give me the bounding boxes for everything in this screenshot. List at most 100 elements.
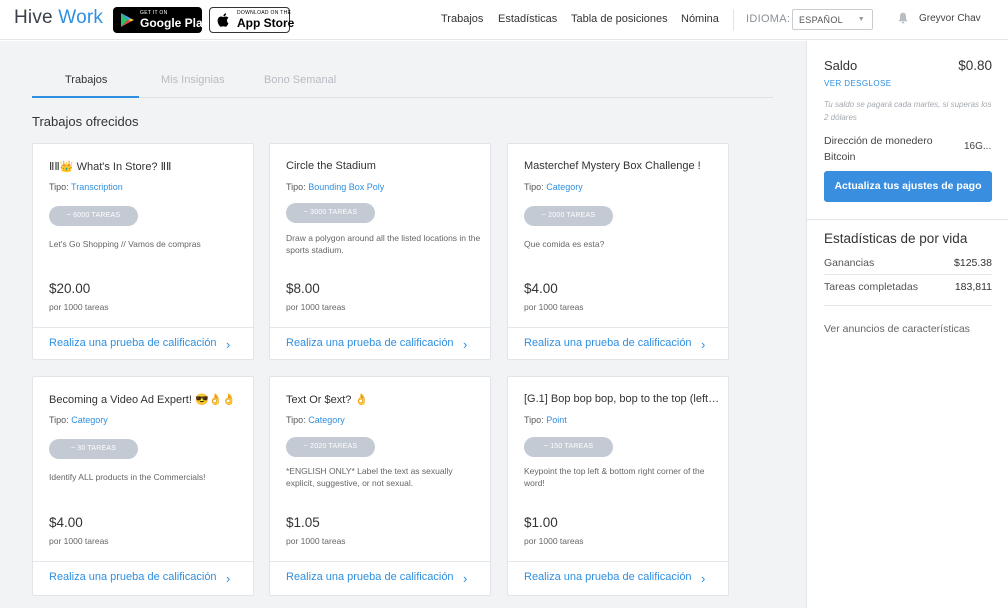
job-type: Tipo: Transcription: [49, 182, 123, 192]
apple-icon: [217, 13, 229, 27]
job-card: [G.1] Bop bop bop, bop to the top (left …: [507, 376, 729, 596]
card-divider: [33, 327, 253, 328]
job-title: Masterchef Mystery Box Challenge !: [524, 160, 701, 172]
tab-bono-semanal[interactable]: Bono Semanal: [264, 74, 336, 86]
stats-row-divider: [824, 274, 992, 275]
job-type-label: Tipo:: [524, 182, 544, 192]
wallet-label: Dirección de monedero Bitcoin: [824, 135, 933, 163]
chevron-down-icon: ▼: [857, 16, 865, 23]
lifetime-stats-title: Estadísticas de por vida: [824, 231, 968, 246]
payout-note: Tu saldo se pagará cada martes, si super…: [824, 100, 992, 122]
job-card: Masterchef Mystery Box Challenge ! Tipo:…: [507, 143, 729, 360]
chevron-right-icon[interactable]: ›: [463, 337, 467, 352]
job-price-unit: por 1000 tareas: [49, 302, 109, 312]
tasks-completed-label: Tareas completadas: [824, 281, 918, 293]
job-title: [G.1] Bop bop bop, bop to the top (left …: [524, 393, 720, 405]
user-name[interactable]: Greyvor Chav: [919, 13, 981, 24]
section-title: Trabajos ofrecidos: [32, 114, 139, 129]
chevron-right-icon[interactable]: ›: [226, 571, 230, 586]
qualification-test-link[interactable]: Realiza una prueba de calificación: [524, 571, 692, 583]
stats-row-divider: [824, 305, 992, 306]
sidebar-divider: [807, 219, 1008, 220]
job-type-value: Category: [546, 182, 583, 192]
job-type: Tipo: Category: [524, 182, 583, 192]
job-price-unit: por 1000 tareas: [286, 536, 346, 546]
job-price: $4.00: [524, 281, 558, 296]
app-store-big-text: App Store: [237, 16, 295, 30]
logo-main: Hive: [14, 7, 53, 28]
job-type: Tipo: Point: [524, 415, 567, 425]
job-price: $8.00: [286, 281, 320, 296]
job-price-unit: por 1000 tareas: [49, 536, 109, 546]
google-play-icon: [121, 13, 134, 27]
qualification-test-link[interactable]: Realiza una prueba de calificación: [49, 337, 217, 349]
tab-mis-insignias[interactable]: Mis Insignias: [161, 74, 225, 86]
nav-tabla-posiciones[interactable]: Tabla de posiciones: [571, 13, 668, 25]
chevron-right-icon[interactable]: ›: [226, 337, 230, 352]
qualification-test-link[interactable]: Realiza una prueba de calificación: [524, 337, 692, 349]
job-title: Text Or $ext? 👌: [286, 394, 369, 406]
balance-value: $0.80: [958, 58, 992, 73]
job-card: ⅡⅡ👑 What's In Store? ⅡⅡ Tipo: Transcript…: [32, 143, 254, 360]
tab-trabajos[interactable]: Trabajos: [65, 74, 107, 86]
job-type-value: Bounding Box Poly: [308, 182, 385, 192]
job-description: Let's Go Shopping // Vamos de compras: [49, 239, 201, 249]
job-title: ⅡⅡ👑 What's In Store? ⅡⅡ: [49, 161, 172, 173]
card-divider: [508, 327, 728, 328]
qualification-test-link[interactable]: Realiza una prueba de calificación: [286, 337, 454, 349]
job-price: $1.00: [524, 515, 558, 530]
job-price: $20.00: [49, 281, 91, 296]
feature-announcements-link[interactable]: Ver anuncios de características: [824, 323, 970, 335]
nav-trabajos[interactable]: Trabajos: [441, 13, 483, 25]
job-type-label: Tipo:: [524, 415, 544, 425]
earnings-value: $125.38: [954, 257, 992, 269]
google-play-badge[interactable]: GET IT ON Google Play: [113, 7, 209, 33]
job-type-label: Tipo:: [286, 182, 306, 192]
job-price-unit: por 1000 tareas: [524, 302, 584, 312]
job-type-value: Transcription: [71, 182, 123, 192]
qualification-test-link[interactable]: Realiza una prueba de calificación: [49, 571, 217, 583]
job-type-value: Category: [308, 415, 345, 425]
language-select[interactable]: ESPAÑOL ▼: [792, 9, 873, 30]
logo[interactable]: Hive Work: [14, 7, 103, 29]
task-count-badge: ~ 3000 TAREAS: [286, 203, 375, 223]
job-price: $4.00: [49, 515, 83, 530]
update-payment-settings-button[interactable]: Actualiza tus ajustes de pago: [824, 171, 992, 202]
bell-icon[interactable]: [898, 12, 908, 24]
balance-sidebar: Saldo $0.80 VER DESGLOSE Tu saldo se pag…: [806, 41, 1008, 608]
job-title: Becoming a Video Ad Expert! 😎👌👌: [49, 394, 237, 406]
google-play-big-text: Google Play: [140, 16, 210, 30]
task-count-badge: ~ 6000 TAREAS: [49, 206, 138, 226]
task-count-badge: ~ 30 TAREAS: [49, 439, 138, 459]
active-tab-indicator: [32, 96, 139, 98]
top-header: Hive Work GET IT ON Google Play Download…: [0, 0, 1008, 40]
task-count-badge: ~ 2000 TAREAS: [524, 206, 613, 226]
nav-estadisticas[interactable]: Estadísticas: [498, 13, 557, 25]
job-description: Identify ALL products in the Commercials…: [49, 472, 206, 482]
job-description: *ENGLISH ONLY* Label the text as sexuall…: [286, 466, 453, 488]
job-type-value: Category: [71, 415, 108, 425]
job-card: Text Or $ext? 👌 Tipo: Category ~ 2020 TA…: [269, 376, 491, 596]
qualification-test-link[interactable]: Realiza una prueba de calificación: [286, 571, 454, 583]
wallet-value: 16G...: [964, 141, 992, 152]
task-count-badge: ~ 2020 TAREAS: [286, 437, 375, 457]
job-description: Que comida es esta?: [524, 239, 605, 249]
tasks-completed-value: 183,811: [954, 281, 992, 293]
balance-label: Saldo: [824, 58, 858, 73]
job-description: Draw a polygon around all the listed loc…: [286, 233, 481, 255]
view-breakdown-link[interactable]: VER DESGLOSE: [824, 79, 892, 88]
chevron-right-icon[interactable]: ›: [701, 571, 705, 586]
language-label: IDIOMA:: [746, 13, 791, 25]
card-divider: [270, 561, 490, 562]
chevron-right-icon[interactable]: ›: [463, 571, 467, 586]
job-price-unit: por 1000 tareas: [524, 536, 584, 546]
header-divider: [733, 9, 734, 31]
job-type: Tipo: Bounding Box Poly: [286, 182, 384, 192]
chevron-right-icon[interactable]: ›: [701, 337, 705, 352]
nav-nomina[interactable]: Nómina: [681, 13, 719, 25]
job-card: Circle the Stadium Tipo: Bounding Box Po…: [269, 143, 491, 360]
job-type-label: Tipo:: [286, 415, 306, 425]
card-divider: [270, 327, 490, 328]
app-store-badge[interactable]: Download on the App Store: [209, 7, 294, 33]
earnings-label: Ganancias: [824, 257, 875, 269]
